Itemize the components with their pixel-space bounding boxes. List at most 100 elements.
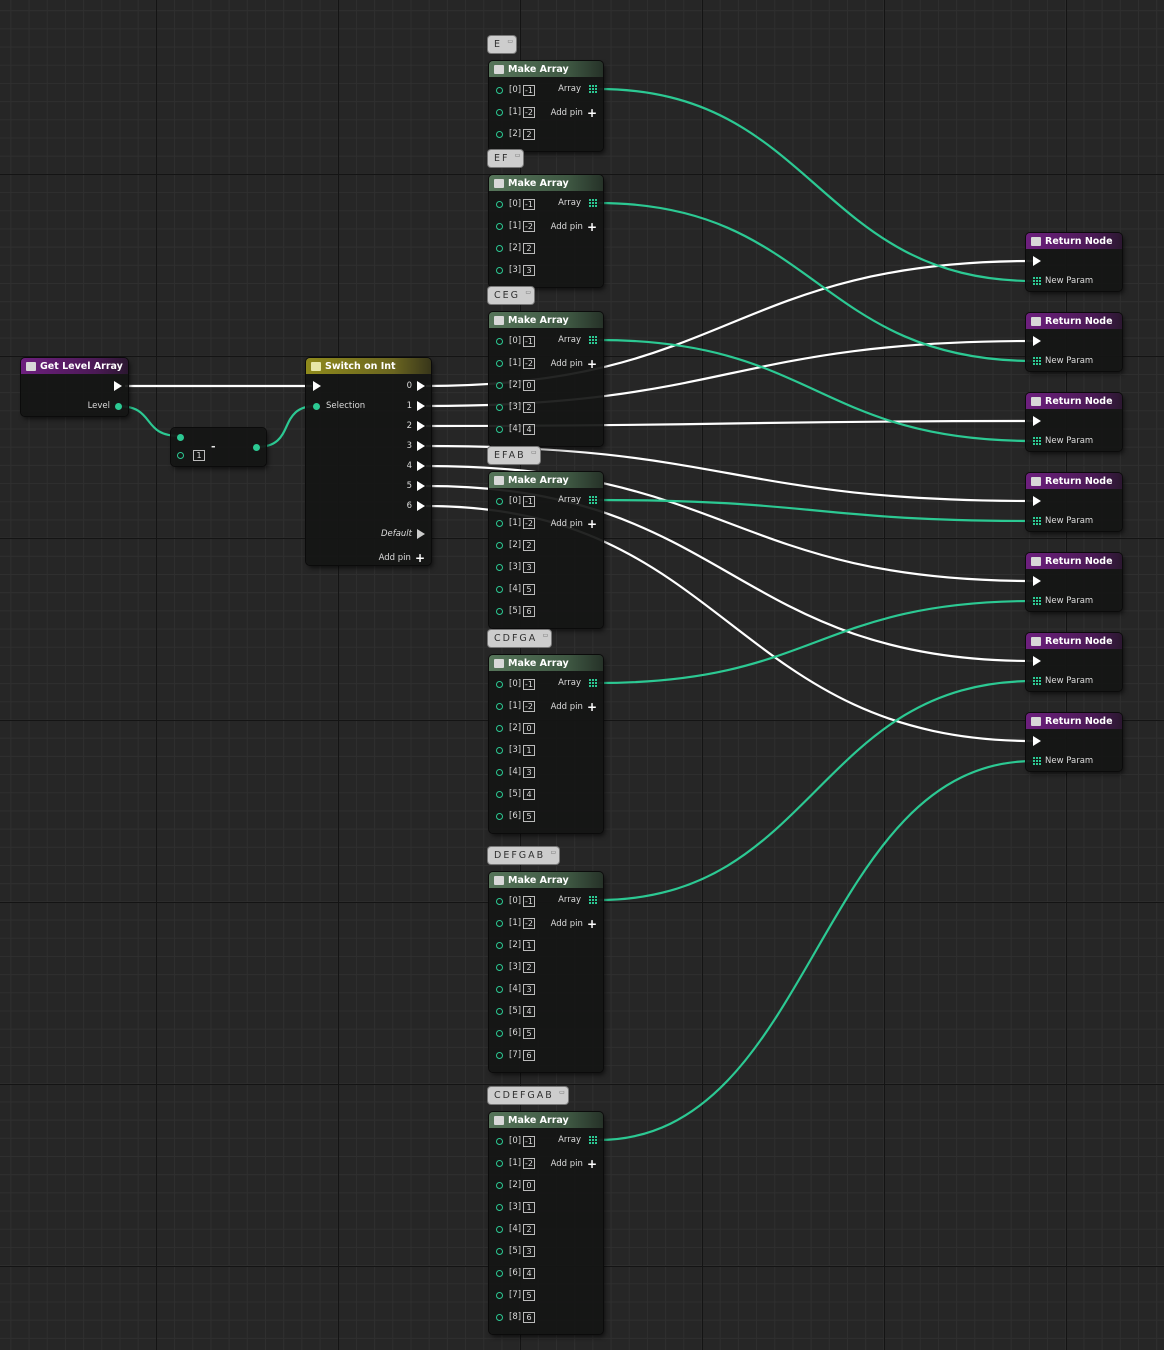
array-output-pin[interactable] bbox=[589, 336, 597, 344]
array-element-value-input[interactable]: 3 bbox=[523, 264, 536, 276]
array-element-pin[interactable] bbox=[496, 222, 503, 230]
array-output-pin[interactable] bbox=[589, 199, 597, 207]
array-element-value-input[interactable]: -2 bbox=[523, 357, 536, 369]
array-element-pin[interactable] bbox=[496, 86, 503, 94]
array-element-pin[interactable] bbox=[496, 897, 503, 905]
array-element-value-input[interactable]: 1 bbox=[523, 939, 536, 951]
array-output-pin[interactable] bbox=[589, 679, 597, 687]
array-element-pin[interactable] bbox=[496, 1137, 503, 1145]
array-element-value-input[interactable]: 4 bbox=[523, 1267, 536, 1279]
array-element-value-input[interactable]: -2 bbox=[523, 917, 536, 929]
array-element-value-input[interactable]: 2 bbox=[523, 539, 536, 551]
comment-bubble[interactable]: CEG ▭ bbox=[488, 287, 534, 304]
make-array-node[interactable]: Make Array [0] -1 [1] -2 [2] 0 [3] 2 [4] 4 Array Add… bbox=[489, 312, 603, 446]
pin-comment-icon[interactable]: ▭ bbox=[531, 449, 537, 456]
return-node[interactable]: Return Node New Param bbox=[1026, 633, 1122, 691]
array-element-value-input[interactable]: 5 bbox=[523, 583, 536, 595]
array-element-pin[interactable] bbox=[496, 1029, 503, 1037]
array-element-value-input[interactable]: 1 bbox=[523, 1201, 536, 1213]
array-element-value-input[interactable]: 2 bbox=[523, 961, 536, 973]
array-element-pin[interactable] bbox=[496, 963, 503, 971]
array-element-pin[interactable] bbox=[496, 266, 503, 274]
make-array-node[interactable]: Make Array [0] -1 [1] -2 [2] 0 [3] 1 [4] 3 [5] 4 [6] 5… bbox=[489, 655, 603, 833]
make-array-node[interactable]: Make Array [0] -1 [1] -2 [2] 1 [3] 2 [4] 3 [5] 4 [6] 5… bbox=[489, 872, 603, 1072]
add-pin-icon[interactable]: + bbox=[587, 107, 597, 119]
new-param-pin[interactable] bbox=[1033, 517, 1041, 525]
comment-bubble[interactable]: E ▭ bbox=[488, 36, 517, 53]
array-element-value-input[interactable]: 1 bbox=[523, 744, 536, 756]
array-element-value-input[interactable]: 0 bbox=[523, 722, 536, 734]
add-pin-label[interactable]: Add pin bbox=[551, 359, 583, 369]
array-element-pin[interactable] bbox=[496, 359, 503, 367]
add-pin-icon[interactable]: + bbox=[587, 358, 597, 370]
array-element-value-input[interactable]: -2 bbox=[523, 1157, 536, 1169]
array-element-value-input[interactable]: 4 bbox=[523, 788, 536, 800]
array-element-value-input[interactable]: 0 bbox=[523, 379, 536, 391]
array-element-pin[interactable] bbox=[496, 108, 503, 116]
array-element-pin[interactable] bbox=[496, 790, 503, 798]
return-node[interactable]: Return Node New Param bbox=[1026, 713, 1122, 771]
pin-comment-icon[interactable]: ▭ bbox=[543, 632, 549, 639]
array-element-pin[interactable] bbox=[496, 1007, 503, 1015]
array-element-value-input[interactable]: 3 bbox=[523, 983, 536, 995]
return-node[interactable]: Return Node New Param bbox=[1026, 553, 1122, 611]
add-pin-label[interactable]: Add pin bbox=[551, 919, 583, 929]
pin-comment-icon[interactable]: ▭ bbox=[515, 152, 521, 159]
array-element-value-input[interactable]: -1 bbox=[523, 678, 536, 690]
array-element-pin[interactable] bbox=[496, 985, 503, 993]
add-pin-label[interactable]: Add pin bbox=[551, 519, 583, 529]
array-element-value-input[interactable]: 2 bbox=[523, 401, 536, 413]
switch-case-exec-pin[interactable] bbox=[417, 401, 425, 411]
return-node[interactable]: Return Node New Param bbox=[1026, 393, 1122, 451]
new-param-pin[interactable] bbox=[1033, 757, 1041, 765]
array-element-value-input[interactable]: -2 bbox=[523, 220, 536, 232]
add-pin-icon[interactable]: + bbox=[587, 1158, 597, 1170]
array-element-pin[interactable] bbox=[496, 1181, 503, 1189]
exec-in-pin[interactable] bbox=[1033, 576, 1041, 586]
comment-bubble[interactable]: EFAB ▭ bbox=[488, 447, 540, 464]
switch-case-exec-pin[interactable] bbox=[417, 441, 425, 451]
array-element-pin[interactable] bbox=[496, 130, 503, 138]
array-element-value-input[interactable]: 6 bbox=[523, 1049, 536, 1061]
new-param-pin[interactable] bbox=[1033, 677, 1041, 685]
add-pin-icon[interactable]: + bbox=[587, 221, 597, 233]
comment-bubble[interactable]: CDEFGAB ▭ bbox=[488, 1087, 568, 1104]
array-element-value-input[interactable]: 3 bbox=[523, 766, 536, 778]
make-array-node[interactable]: Make Array [0] -1 [1] -2 [2] 0 [3] 1 [4] 2 [5] 3 [6] 4… bbox=[489, 1112, 603, 1334]
array-element-value-input[interactable]: -1 bbox=[523, 335, 536, 347]
array-element-pin[interactable] bbox=[496, 607, 503, 615]
array-element-value-input[interactable]: -1 bbox=[523, 495, 536, 507]
array-element-pin[interactable] bbox=[496, 1225, 503, 1233]
array-element-value-input[interactable]: -2 bbox=[523, 106, 536, 118]
return-node[interactable]: Return Node New Param bbox=[1026, 313, 1122, 371]
array-element-value-input[interactable]: 5 bbox=[523, 1289, 536, 1301]
subtract-node[interactable]: - 1 bbox=[171, 428, 266, 466]
comment-bubble[interactable]: CDFGA ▭ bbox=[488, 630, 552, 647]
comment-bubble[interactable]: EF ▭ bbox=[488, 150, 524, 167]
add-pin-label[interactable]: Add pin bbox=[551, 702, 583, 712]
array-element-value-input[interactable]: 3 bbox=[523, 561, 536, 573]
array-element-pin[interactable] bbox=[496, 1313, 503, 1321]
array-element-pin[interactable] bbox=[496, 1203, 503, 1211]
array-element-pin[interactable] bbox=[496, 941, 503, 949]
array-output-pin[interactable] bbox=[589, 896, 597, 904]
array-element-pin[interactable] bbox=[496, 244, 503, 252]
array-output-pin[interactable] bbox=[589, 496, 597, 504]
array-element-pin[interactable] bbox=[496, 1159, 503, 1167]
switch-case-exec-pin[interactable] bbox=[417, 421, 425, 431]
add-pin-label[interactable]: Add pin bbox=[379, 553, 411, 563]
make-array-node[interactable]: Make Array [0] -1 [1] -2 [2] 2 [3] 3 Array Add pin… bbox=[489, 175, 603, 287]
add-pin-label[interactable]: Add pin bbox=[551, 222, 583, 232]
array-element-pin[interactable] bbox=[496, 768, 503, 776]
array-element-pin[interactable] bbox=[496, 585, 503, 593]
array-element-value-input[interactable]: 2 bbox=[523, 242, 536, 254]
array-output-pin[interactable] bbox=[589, 85, 597, 93]
array-element-pin[interactable] bbox=[496, 919, 503, 927]
level-out-pin[interactable] bbox=[115, 402, 122, 410]
exec-in-pin[interactable] bbox=[313, 381, 321, 391]
new-param-pin[interactable] bbox=[1033, 597, 1041, 605]
array-element-pin[interactable] bbox=[496, 425, 503, 433]
subtract-input-b-pin[interactable] bbox=[177, 451, 184, 459]
array-element-value-input[interactable]: 4 bbox=[523, 1005, 536, 1017]
add-pin-icon[interactable]: + bbox=[587, 918, 597, 930]
